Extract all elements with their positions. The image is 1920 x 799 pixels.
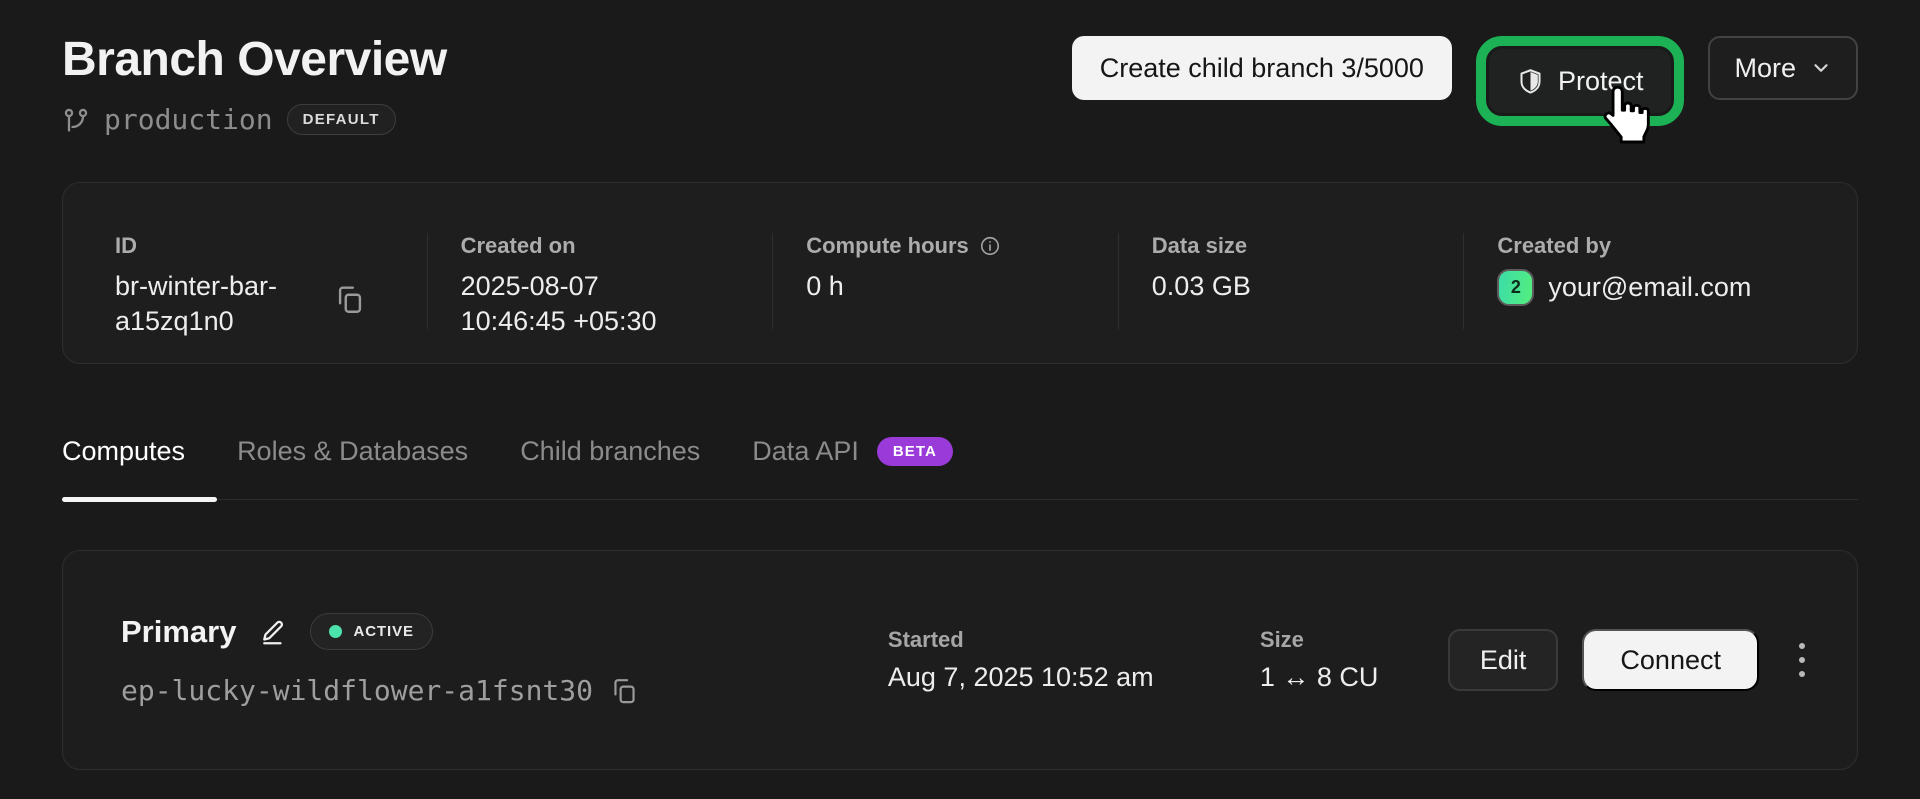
info-col-created-by: Created by 2 your@email.com: [1464, 233, 1809, 306]
active-dot-icon: [329, 625, 342, 638]
started-stat: Started Aug 7, 2025 10:52 am: [888, 627, 1260, 693]
info-col-id: ID br-winter-bar-a15zq1n0: [115, 233, 427, 339]
edit-pencil-icon[interactable]: [258, 617, 288, 647]
tab-roles-databases[interactable]: Roles & Databases: [237, 436, 468, 499]
beta-badge: BETA: [877, 437, 953, 466]
info-col-created-on: Created on 2025-08-07 10:46:45 +05:30: [428, 233, 773, 339]
status-badge-label: ACTIVE: [353, 623, 413, 640]
compute-hours-label: Compute hours: [806, 233, 969, 259]
compute-name-row: Primary ACTIVE: [121, 613, 888, 650]
copy-icon[interactable]: [333, 282, 367, 316]
id-value-row: br-winter-bar-a15zq1n0: [115, 259, 427, 339]
started-value: Aug 7, 2025 10:52 am: [888, 662, 1260, 693]
protect-button[interactable]: Protect: [1489, 49, 1672, 113]
title-block: Branch Overview production DEFAULT: [62, 28, 447, 136]
compute-hours-value: 0 h: [806, 269, 1118, 304]
data-size-label: Data size: [1152, 233, 1464, 259]
size-stat: Size 1 ↔ 8 CU: [1260, 627, 1448, 693]
avatar: 2: [1497, 269, 1534, 306]
created-on-value: 2025-08-07 10:46:45 +05:30: [461, 269, 703, 339]
created-by-label: Created by: [1497, 233, 1809, 259]
branch-row: production DEFAULT: [62, 103, 447, 136]
tab-roles-databases-label: Roles & Databases: [237, 436, 468, 467]
info-icon[interactable]: [979, 235, 1001, 257]
page-header: Branch Overview production DEFAULT Creat…: [62, 28, 1858, 136]
tab-data-api[interactable]: Data API BETA: [752, 436, 953, 499]
compute-left: Primary ACTIVE ep-lucky-wildflower-a1fsn…: [121, 613, 888, 707]
created-by-value: your@email.com: [1548, 270, 1751, 305]
tab-child-branches-label: Child branches: [520, 436, 700, 467]
data-size-value: 0.03 GB: [1152, 269, 1464, 304]
copy-icon[interactable]: [609, 675, 640, 706]
protect-button-label: Protect: [1558, 66, 1644, 97]
tab-bar: Computes Roles & Databases Child branche…: [62, 436, 1858, 500]
started-label: Started: [888, 627, 1260, 653]
id-label: ID: [115, 233, 427, 259]
chevron-down-icon: [1810, 57, 1832, 79]
size-value: 1 ↔ 8 CU: [1260, 662, 1448, 693]
more-button-label: More: [1734, 53, 1796, 84]
git-branch-icon: [62, 106, 90, 134]
tab-data-api-label: Data API: [752, 436, 859, 467]
page-title: Branch Overview: [62, 32, 447, 87]
more-button[interactable]: More: [1708, 36, 1858, 100]
created-on-label: Created on: [461, 233, 773, 259]
edit-button[interactable]: Edit: [1448, 629, 1559, 691]
kebab-menu-button[interactable]: [1791, 635, 1813, 685]
header-actions: Create child branch 3/5000 Protect More: [1072, 36, 1858, 126]
endpoint-row: ep-lucky-wildflower-a1fsnt30: [121, 674, 888, 707]
shield-icon: [1517, 68, 1544, 95]
create-child-branch-button[interactable]: Create child branch 3/5000: [1072, 36, 1452, 100]
creator-row: 2 your@email.com: [1497, 269, 1809, 306]
branch-name: production: [104, 103, 273, 136]
info-col-compute-hours: Compute hours 0 h: [773, 233, 1118, 304]
connect-button[interactable]: Connect: [1582, 629, 1759, 691]
compute-card: Primary ACTIVE ep-lucky-wildflower-a1fsn…: [62, 550, 1858, 770]
branch-id-value: br-winter-bar-a15zq1n0: [115, 269, 307, 339]
status-badge: ACTIVE: [310, 613, 432, 650]
tab-computes-label: Computes: [62, 436, 185, 467]
tab-computes[interactable]: Computes: [62, 436, 185, 499]
endpoint-id: ep-lucky-wildflower-a1fsnt30: [121, 674, 593, 707]
info-col-data-size: Data size 0.03 GB: [1119, 233, 1464, 304]
protect-highlight-ring: Protect: [1476, 36, 1685, 126]
default-badge: DEFAULT: [287, 104, 396, 135]
size-label: Size: [1260, 627, 1448, 653]
tab-child-branches[interactable]: Child branches: [520, 436, 700, 499]
branch-info-card: ID br-winter-bar-a15zq1n0 Created on 202…: [62, 182, 1858, 364]
compute-name: Primary: [121, 614, 236, 650]
